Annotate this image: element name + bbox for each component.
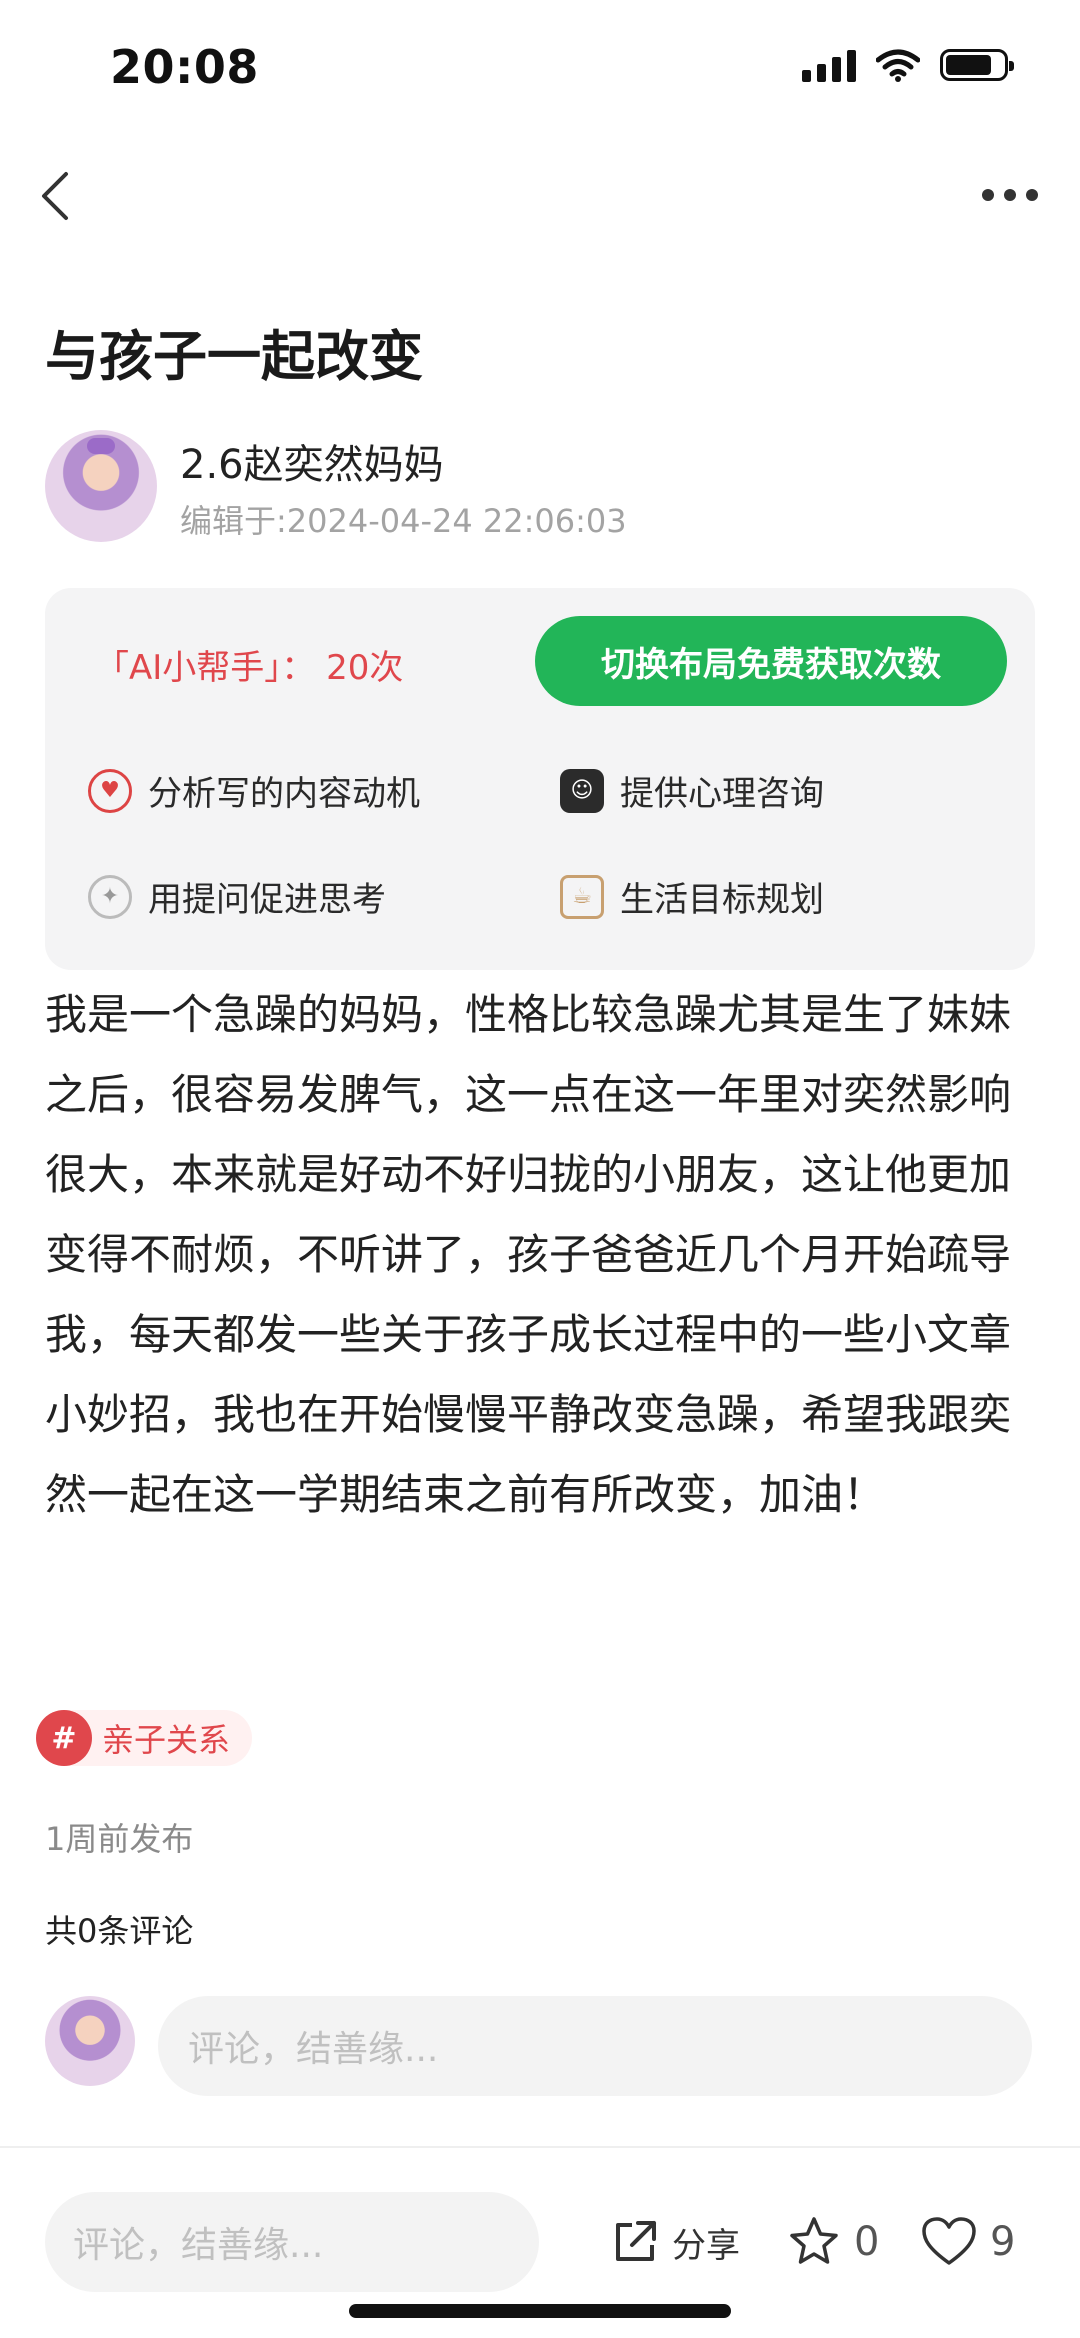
ai-quota-label: 「AI小帮手」： 20次	[95, 648, 404, 688]
feature-label: 提供心理咨询	[620, 774, 824, 814]
home-indicator	[349, 2304, 731, 2318]
feature-psych-consult[interactable]: ☺ 提供心理咨询	[560, 766, 824, 815]
wifi-icon	[876, 49, 920, 82]
lightbulb-icon: ✦	[88, 874, 132, 919]
smile-face-icon: ☺	[560, 768, 604, 813]
feature-label: 生活目标规划	[620, 880, 824, 920]
feature-question-thinking[interactable]: ✦ 用提问促进思考	[88, 872, 386, 921]
divider	[0, 2146, 1080, 2148]
feature-life-planning[interactable]: ☕ 生活目标规划	[560, 872, 824, 921]
like-count: 9	[990, 2219, 1016, 2265]
user-avatar	[45, 1996, 135, 2086]
topic-tag-label: 亲子关系	[102, 1721, 231, 1759]
more-dots-icon	[982, 189, 994, 201]
comment-input[interactable]: 评论，结善缘...	[158, 1996, 1032, 2096]
battery-level	[946, 55, 991, 75]
comments-count: 共0条评论	[45, 1912, 194, 1950]
post-title: 与孩子一起改变	[45, 325, 423, 388]
star-icon	[790, 2217, 838, 2264]
status-time: 20:08	[110, 40, 259, 94]
topic-tag[interactable]: # 亲子关系	[36, 1710, 253, 1766]
favorite-button[interactable]: 0	[786, 2212, 879, 2272]
back-button[interactable]	[30, 160, 90, 230]
battery-icon	[940, 49, 1014, 81]
feature-label: 用提问促进思考	[148, 880, 386, 920]
share-label: 分享	[672, 2225, 740, 2266]
coffee-cup-icon: ☕	[560, 874, 604, 919]
edited-timestamp: 编辑于:2024-04-24 22:06:03	[180, 502, 627, 540]
author-name[interactable]: 2.6赵奕然妈妈	[180, 432, 444, 490]
author-avatar[interactable]	[45, 430, 157, 542]
share-icon	[616, 2221, 656, 2261]
hash-icon: #	[36, 1710, 92, 1766]
share-button[interactable]: 分享	[610, 2212, 740, 2272]
target-heart-icon: ♥	[88, 768, 132, 813]
feature-analyze-motive[interactable]: ♥ 分析写的内容动机	[88, 766, 420, 815]
favorite-count: 0	[854, 2219, 880, 2265]
cellular-signal-icon	[802, 48, 856, 82]
posted-time: 1周前发布	[45, 1820, 194, 1858]
heart-icon	[922, 2217, 976, 2265]
more-button[interactable]	[970, 170, 1050, 220]
status-icons	[802, 48, 1014, 82]
bottom-comment-input[interactable]: 评论，结善缘...	[45, 2192, 539, 2292]
chevron-left-icon	[42, 172, 68, 220]
feature-label: 分析写的内容动机	[148, 774, 420, 814]
switch-layout-button[interactable]: 切换布局免费获取次数	[535, 616, 1007, 706]
post-body: 我是一个急躁的妈妈，性格比较急躁尤其是生了妹妹之后，很容易发脾气，这一点在这一年…	[45, 990, 1012, 1519]
like-button[interactable]: 9	[920, 2212, 1015, 2272]
